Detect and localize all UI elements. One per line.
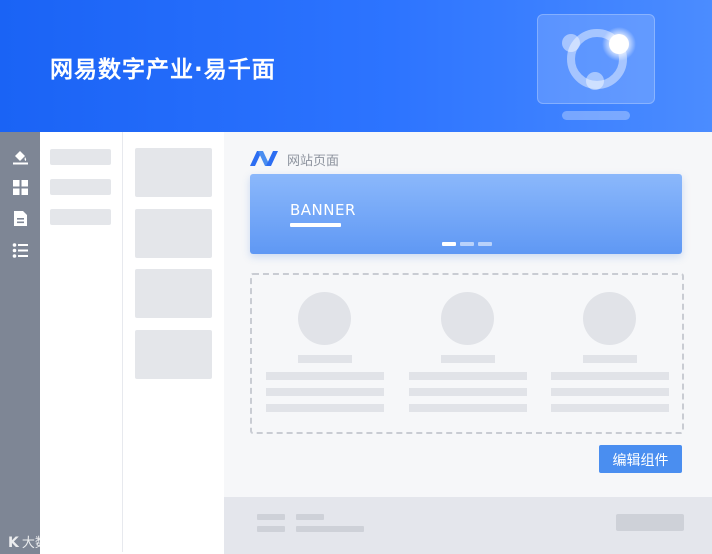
- text-line-placeholder: [551, 372, 669, 380]
- grid-icon[interactable]: [12, 179, 29, 196]
- watermark-text: 大数跨境: [21, 536, 74, 551]
- text-line-placeholder: [551, 388, 669, 396]
- list-icon[interactable]: [12, 242, 29, 259]
- carousel-dot[interactable]: [442, 242, 456, 246]
- text-line-placeholder: [409, 372, 527, 380]
- text-line-placeholder: [266, 372, 384, 380]
- list-item-placeholder[interactable]: [50, 179, 111, 195]
- footer-line-placeholder: [296, 514, 324, 520]
- list-item-placeholder[interactable]: [50, 209, 111, 225]
- text-line-placeholder: [266, 404, 384, 412]
- header-banner: 网易数字产业·易千面: [0, 0, 712, 132]
- carousel-dot[interactable]: [478, 242, 492, 246]
- footer-button-placeholder: [616, 514, 684, 531]
- watermark: K 大数跨境: [8, 532, 74, 551]
- banner-text: BANNER: [290, 201, 356, 219]
- component-drop-zone[interactable]: [250, 273, 684, 434]
- footer-line-placeholder: [296, 526, 364, 532]
- caption-placeholder: [583, 355, 637, 363]
- avatar-placeholder: [583, 292, 636, 345]
- card-placeholder: [409, 275, 527, 432]
- component-library-panel: [123, 132, 224, 552]
- document-icon[interactable]: [12, 210, 29, 227]
- page-footer-placeholder: [224, 497, 712, 554]
- card-placeholder: [266, 275, 384, 432]
- brand-logo-icon: [562, 27, 636, 90]
- watermark-logo-icon: K: [8, 535, 19, 551]
- component-thumbnail-placeholder[interactable]: [135, 209, 212, 258]
- avatar-placeholder: [298, 292, 351, 345]
- card-placeholder: [551, 275, 669, 432]
- caption-placeholder: [441, 355, 495, 363]
- component-thumbnail-placeholder[interactable]: [135, 269, 212, 318]
- text-line-placeholder: [266, 388, 384, 396]
- footer-line-placeholder: [257, 514, 285, 520]
- caption-placeholder: [298, 355, 352, 363]
- site-logo-icon: [250, 151, 278, 166]
- site-title: 网站页面: [287, 154, 340, 169]
- edit-component-button[interactable]: 编辑组件: [599, 445, 682, 473]
- component-category-panel: [40, 132, 123, 552]
- text-line-placeholder: [409, 404, 527, 412]
- list-item-placeholder[interactable]: [50, 149, 111, 165]
- text-line-placeholder: [551, 404, 669, 412]
- footer-line-placeholder: [257, 526, 285, 532]
- app-title: 网易数字产业·易千面: [50, 57, 276, 83]
- text-line-placeholder: [409, 388, 527, 396]
- left-toolbar: [0, 132, 40, 554]
- component-thumbnail-placeholder[interactable]: [135, 148, 212, 197]
- monitor-stand: [562, 111, 630, 120]
- banner-component[interactable]: BANNER: [250, 174, 682, 254]
- avatar-placeholder: [441, 292, 494, 345]
- banner-underline: [290, 223, 341, 227]
- carousel-dot[interactable]: [460, 242, 474, 246]
- paint-bucket-icon[interactable]: [12, 148, 29, 165]
- component-thumbnail-placeholder[interactable]: [135, 330, 212, 379]
